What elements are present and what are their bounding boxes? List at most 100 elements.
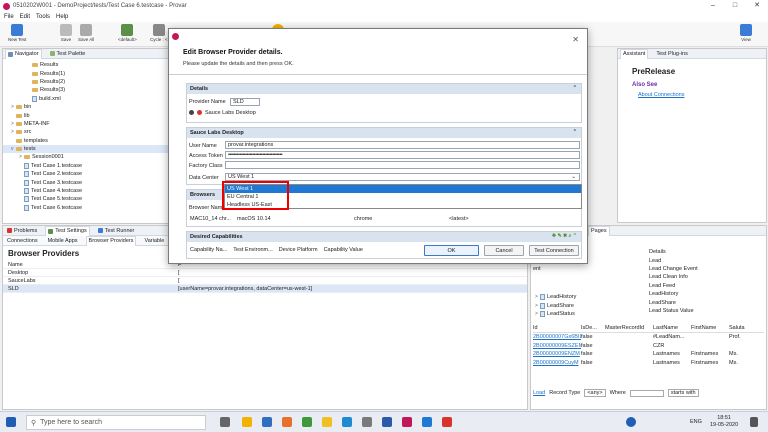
browser-row[interactable]: MAC10_14 chr... macOS 10.14 chrome <late… — [190, 214, 580, 223]
org-details-item[interactable]: Details — [649, 248, 698, 256]
access-token-input[interactable]: •••••••••••••••••••••••••••••••••••••• — [225, 151, 580, 159]
org-tree-item[interactable]: > LeadHistory — [535, 293, 576, 301]
chrome-taskbar-icon[interactable] — [322, 417, 332, 427]
grid-column-header[interactable]: Id — [533, 325, 581, 331]
grid-column-header[interactable]: MasterRecordId — [605, 325, 653, 331]
grid-row[interactable]: 2B00000007Gx6BIL false #LeadNam... Prof. — [533, 333, 764, 342]
menu-help[interactable]: Help — [56, 14, 68, 20]
about-connections-link[interactable]: About Connections — [638, 92, 752, 98]
table-row[interactable]: SauceLabs [ — [3, 277, 527, 285]
desired-capabilities-header[interactable]: Desired Capabilities ✚ ✎ ✖ ⌕ ⌃ — [187, 232, 581, 242]
tree-item[interactable]: > Session0001 — [3, 153, 177, 161]
notification-icon[interactable] — [750, 417, 758, 427]
table-row[interactable]: SLD [userName=provar.integrations, dataCe… — [3, 285, 527, 293]
grid-column-header[interactable]: LastName — [653, 325, 691, 331]
view-button[interactable]: View — [740, 24, 752, 42]
tree-item[interactable]: > META-INF — [3, 120, 177, 128]
where-input[interactable] — [629, 389, 664, 397]
tree-item[interactable]: lib — [3, 111, 177, 119]
org-details-item[interactable]: Lead Feed — [649, 282, 698, 290]
mail-icon[interactable] — [442, 417, 452, 427]
tree-item[interactable]: build.xml — [3, 95, 177, 103]
org-details-item[interactable]: Lead Status Value — [649, 307, 698, 315]
dialog-close-button[interactable]: ✕ — [572, 35, 579, 44]
org-details-item[interactable]: LeadHistory — [649, 290, 698, 298]
language-indicator[interactable]: ENG — [690, 419, 702, 425]
factory-class-input[interactable] — [225, 161, 580, 169]
tab-assistant[interactable]: Assistant — [620, 48, 649, 59]
notepad-icon[interactable] — [362, 417, 372, 427]
capability-toolbar-icons[interactable]: ✚ ✎ ✖ ⌕ ⌃ — [552, 233, 577, 239]
grid-cell[interactable]: 2B00000009ESZEM — [533, 343, 581, 349]
tree-item[interactable]: Test Case 4.testcase — [3, 187, 177, 195]
edge-icon[interactable] — [422, 417, 432, 427]
sauce-labs-radio[interactable]: Sauce Labs Desktop — [189, 108, 256, 117]
default-select[interactable]: <default> — [118, 24, 137, 42]
subtab-mobile-apps[interactable]: Mobile Apps — [46, 236, 80, 246]
sauce-labs-section-header[interactable]: Sauce Labs Desktop ⌃ — [187, 128, 581, 138]
word-icon[interactable] — [382, 417, 392, 427]
grid-cell[interactable]: 2B00000009ENZM — [533, 351, 581, 357]
menu-file[interactable]: File — [4, 14, 14, 20]
tab-test-palette[interactable]: Test Palette — [48, 49, 88, 59]
tab-problems[interactable]: Problems — [5, 226, 39, 236]
tree-item[interactable]: templates — [3, 137, 177, 145]
help-icon[interactable] — [626, 417, 636, 427]
taskbar-search[interactable]: ⚲ Type here to search — [26, 415, 206, 430]
org-tree-item[interactable]: > LeadShare — [535, 301, 576, 309]
test-connection-button[interactable]: Test Connection — [529, 245, 579, 256]
tree-item[interactable]: Test Case 1.testcase — [3, 162, 177, 170]
subtab-browser-providers[interactable]: Browser Providers — [85, 235, 137, 246]
tab-test-runner[interactable]: Test Runner — [96, 226, 137, 236]
tab-pages[interactable]: Pages — [588, 225, 610, 236]
tree-item[interactable]: v tests — [3, 144, 177, 154]
minimize-button[interactable]: – — [702, 0, 724, 12]
maximize-button[interactable]: □ — [724, 0, 746, 12]
file-explorer-icon[interactable] — [242, 417, 252, 427]
provider-name-input[interactable]: SLD — [230, 98, 260, 106]
grid-column-header[interactable]: IsDe... — [581, 325, 605, 331]
details-section-header[interactable]: Details ⌃ — [187, 84, 581, 94]
tree-item[interactable]: Test Case 3.testcase — [3, 178, 177, 186]
tree-item[interactable]: Test Case 6.testcase — [3, 204, 177, 212]
store-icon[interactable] — [262, 417, 272, 427]
app-icon[interactable] — [302, 417, 312, 427]
table-row[interactable]: Desktop [ — [3, 269, 527, 277]
subtab-connections[interactable]: Connections — [5, 236, 40, 246]
menu-edit[interactable]: Edit — [20, 14, 30, 20]
close-window-button[interactable]: ✕ — [746, 0, 768, 12]
record-type-select[interactable]: <any> — [584, 389, 606, 397]
grid-column-header[interactable]: Saluta — [729, 325, 759, 331]
clock[interactable]: 18:51 19-05-2020 — [710, 415, 738, 429]
org-details-item[interactable]: Lead Change Event — [649, 265, 698, 273]
org-details-item[interactable]: Lead Clean Info — [649, 273, 698, 281]
cancel-button[interactable]: Cancel — [484, 245, 524, 256]
task-view-icon[interactable] — [220, 417, 230, 427]
tree-item[interactable]: Results — [3, 61, 177, 69]
subtab-variables[interactable]: Variable — [142, 236, 166, 246]
save-button[interactable]: Save — [60, 24, 72, 42]
tree-item[interactable]: > src — [3, 128, 177, 136]
grid-row[interactable]: 2B00000009ENZM false Lastnames Firstnames Ms… — [533, 350, 764, 359]
provar-taskbar-icon[interactable] — [402, 417, 412, 427]
tab-test-settings[interactable]: Test Settings — [45, 225, 90, 236]
firefox-icon[interactable] — [282, 417, 292, 427]
tree-item[interactable]: Test Case 5.testcase — [3, 195, 177, 203]
load-link[interactable]: Load — [533, 390, 545, 396]
tree-item[interactable]: Results(2) — [3, 78, 177, 86]
grid-row[interactable]: 2B00000009ESZEM false CZR — [533, 342, 764, 351]
new-test-button[interactable]: New Test — [8, 24, 26, 42]
data-center-select[interactable]: US West 1 ⌄ — [225, 173, 580, 181]
starts-with-select[interactable]: starts with — [667, 389, 699, 397]
tree-item[interactable]: > bin — [3, 103, 177, 111]
org-details-item[interactable]: Lead — [649, 256, 698, 264]
org-details-item[interactable]: LeadShare — [649, 298, 698, 306]
ok-button[interactable]: OK — [424, 245, 479, 256]
tree-item[interactable]: Test Case 2.testcase — [3, 170, 177, 178]
grid-column-header[interactable]: FirstName — [691, 325, 729, 331]
user-name-input[interactable]: provar.integrations — [225, 141, 580, 149]
tab-test-plugins[interactable]: Test Plug-ins — [654, 49, 690, 59]
grid-cell[interactable]: 2B00000009CuyM — [533, 360, 581, 366]
menu-tools[interactable]: Tools — [36, 14, 50, 20]
tree-item[interactable]: Results(1) — [3, 69, 177, 77]
